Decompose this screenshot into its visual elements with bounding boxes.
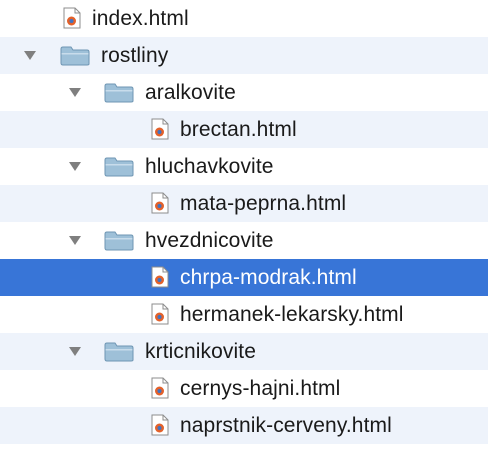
tree-row-krticnikovite[interactable]: krticnikovite	[0, 333, 488, 370]
tree-item-label: krticnikovite	[145, 340, 256, 363]
html-file-icon	[151, 192, 169, 214]
tree-item-label: aralkovite	[145, 81, 236, 104]
folder-icon	[60, 46, 90, 66]
tree-item-label: brectan.html	[180, 118, 297, 141]
tree-item-label: cernys-hajni.html	[180, 377, 341, 400]
disclosure-triangle-down-icon[interactable]	[67, 85, 83, 99]
tree-row-mata-peprna-html[interactable]: mata-peprna.html	[0, 185, 488, 222]
html-file-icon	[151, 303, 169, 325]
tree-row-rostliny[interactable]: rostliny	[0, 37, 488, 74]
tree-row-brectan-html[interactable]: brectan.html	[0, 111, 488, 148]
tree-item-label: mata-peprna.html	[180, 192, 347, 215]
tree-row-hermanek-lekarsky-html[interactable]: hermanek-lekarsky.html	[0, 296, 488, 333]
html-file-icon	[151, 266, 169, 288]
folder-icon	[104, 83, 134, 103]
tree-item-label: rostliny	[101, 44, 169, 67]
tree-row-cernys-hajni-html[interactable]: cernys-hajni.html	[0, 370, 488, 407]
tree-row-hluchavkovite[interactable]: hluchavkovite	[0, 148, 488, 185]
disclosure-triangle-down-icon[interactable]	[67, 344, 83, 358]
html-file-icon	[63, 7, 81, 29]
folder-icon	[104, 342, 134, 362]
tree-item-label: chrpa-modrak.html	[180, 266, 357, 289]
tree-row-hvezdnicovite[interactable]: hvezdnicovite	[0, 222, 488, 259]
tree-item-label: hermanek-lekarsky.html	[180, 303, 404, 326]
html-file-icon	[151, 377, 169, 399]
tree-item-label: hluchavkovite	[145, 155, 274, 178]
folder-icon	[104, 157, 134, 177]
disclosure-triangle-down-icon[interactable]	[22, 48, 38, 62]
tree-item-label: hvezdnicovite	[145, 229, 274, 252]
html-file-icon	[151, 414, 169, 436]
file-tree: index.html rostliny aralkovite brectan.h…	[0, 0, 488, 456]
tree-row-chrpa-modrak-html-selected[interactable]: chrpa-modrak.html	[0, 259, 488, 296]
folder-icon	[104, 231, 134, 251]
tree-item-label: index.html	[92, 7, 189, 30]
tree-row-aralkovite[interactable]: aralkovite	[0, 74, 488, 111]
disclosure-triangle-down-icon[interactable]	[67, 159, 83, 173]
disclosure-triangle-down-icon[interactable]	[67, 233, 83, 247]
html-file-icon	[151, 118, 169, 140]
tree-row-index-html[interactable]: index.html	[0, 0, 488, 37]
tree-item-label: naprstnik-cerveny.html	[180, 414, 392, 437]
tree-row-naprstnik-cerveny-html[interactable]: naprstnik-cerveny.html	[0, 407, 488, 444]
